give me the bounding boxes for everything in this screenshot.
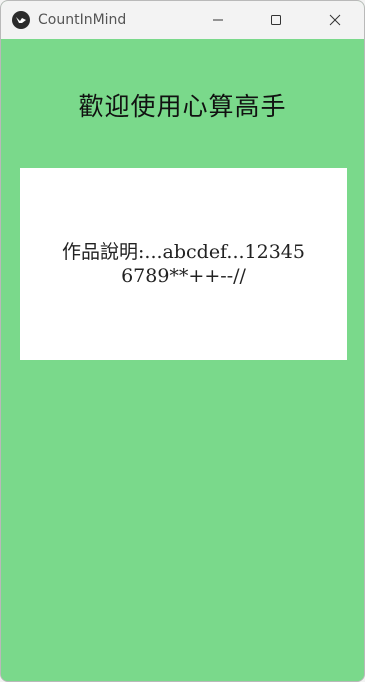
minimize-button[interactable] [189, 1, 247, 39]
maximize-button[interactable] [247, 1, 305, 39]
title-bar[interactable]: CountInMind [1, 1, 364, 39]
maximize-icon [270, 11, 282, 30]
close-button[interactable] [306, 1, 364, 39]
app-content: 歡迎使用心算高手 作品說明:...abcdef...123456789**++-… [1, 39, 364, 681]
minimize-icon [212, 11, 224, 30]
description-panel: 作品說明:...abcdef...123456789**++--// [20, 168, 347, 360]
close-icon [329, 11, 341, 30]
app-window: CountInMind 歡迎使用心算高手 作品說明:...abcdef...12… [0, 0, 365, 682]
window-title: CountInMind [38, 12, 127, 28]
description-text: 作品說明:...abcdef...123456789**++--// [62, 241, 305, 287]
kivy-logo-icon [12, 11, 30, 29]
welcome-title: 歡迎使用心算高手 [78, 92, 287, 121]
